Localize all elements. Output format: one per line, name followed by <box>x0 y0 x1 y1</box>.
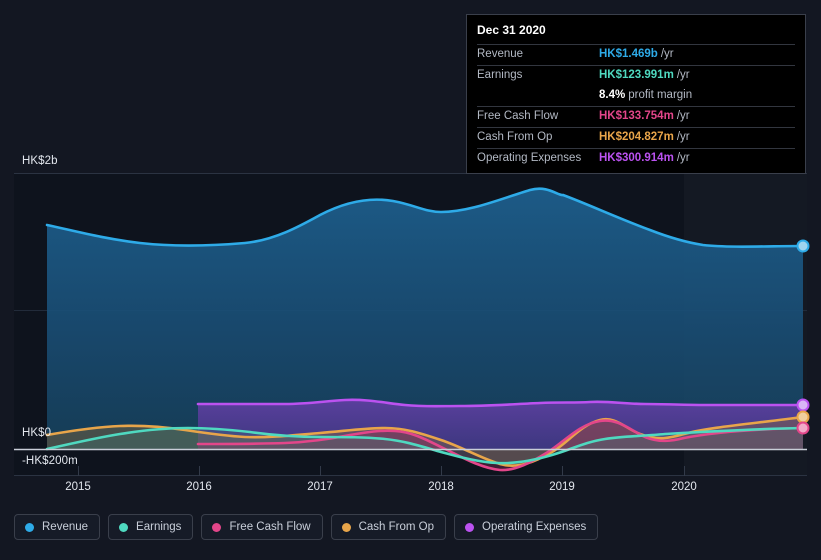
legend-dot-cash-from-op-icon <box>341 522 351 532</box>
tooltip-row-profit-margin: 8.4% profit margin <box>477 86 795 106</box>
x-axis-label-2017: 2017 <box>307 481 333 493</box>
tooltip-row-operating-expenses: Operating Expenses HK$300.914m /yr <box>477 148 795 169</box>
tooltip-value-revenue: HK$1.469b <box>599 47 658 60</box>
endpoint-marker-revenue <box>796 239 810 253</box>
y-axis-label-zero: HK$0 <box>22 427 52 439</box>
legend-item-earnings[interactable]: Earnings <box>108 514 194 540</box>
legend-label-cash-from-op: Cash From Op <box>358 521 435 533</box>
tooltip-row-cash-from-op: Cash From Op HK$204.827m /yr <box>477 127 795 148</box>
legend-dot-operating-expenses-icon <box>465 522 475 532</box>
y-axis-label-negative: -HK$200m <box>22 455 78 467</box>
endpoint-marker-operating-expenses <box>796 398 810 412</box>
tooltip-unit-earnings: /yr <box>676 68 690 81</box>
legend-item-cash-from-op[interactable]: Cash From Op <box>330 514 447 540</box>
legend-dot-free-cash-flow-icon <box>212 522 222 532</box>
y-axis-label-top: HK$2b <box>22 155 58 167</box>
legend-item-free-cash-flow[interactable]: Free Cash Flow <box>201 514 323 540</box>
x-axis-label-2015: 2015 <box>65 481 91 493</box>
x-axis-label-2019: 2019 <box>549 481 575 493</box>
legend-label-free-cash-flow: Free Cash Flow <box>229 521 311 533</box>
tooltip-unit-free-cash-flow: /yr <box>676 109 690 122</box>
legend-dot-earnings-icon <box>119 522 129 532</box>
tooltip-key-free-cash-flow: Free Cash Flow <box>477 109 559 122</box>
tooltip-key-operating-expenses: Operating Expenses <box>477 151 582 164</box>
endpoint-marker-cash-from-op <box>796 410 810 424</box>
x-axis-label-2018: 2018 <box>428 481 454 493</box>
tooltip-unit-operating-expenses: /yr <box>676 151 690 164</box>
tooltip-key-earnings: Earnings <box>477 68 523 81</box>
endpoint-marker-free-cash-flow <box>796 421 810 435</box>
legend-item-revenue[interactable]: Revenue <box>14 514 101 540</box>
tooltip-key-cash-from-op: Cash From Op <box>477 130 553 143</box>
tooltip-value-operating-expenses: HK$300.914m <box>599 151 674 164</box>
legend-label-operating-expenses: Operating Expenses <box>482 521 587 533</box>
tooltip-date: Dec 31 2020 <box>477 23 546 37</box>
tooltip-value-earnings: HK$123.991m <box>599 68 674 81</box>
legend-dot-revenue-icon <box>25 522 34 532</box>
x-axis-label-2020: 2020 <box>671 481 697 493</box>
financial-chart[interactable]: HK$2b HK$0 -HK$200m 2015 2016 2017 2018 … <box>0 0 821 560</box>
tooltip-row-earnings: Earnings HK$123.991m /yr <box>477 65 795 86</box>
tooltip-row-free-cash-flow: Free Cash Flow HK$133.754m /yr <box>477 106 795 127</box>
tooltip-row-revenue: Revenue HK$1.469b /yr <box>477 44 795 65</box>
legend-item-operating-expenses[interactable]: Operating Expenses <box>454 514 599 540</box>
tooltip-value-profit-margin: 8.4% <box>599 88 626 101</box>
tooltip-unit-cash-from-op: /yr <box>676 130 690 143</box>
tooltip-unit-profit-margin: profit margin <box>628 88 693 101</box>
tooltip-value-cash-from-op: HK$204.827m <box>599 130 674 143</box>
tooltip-unit-revenue: /yr <box>660 47 674 60</box>
tooltip-key-revenue: Revenue <box>477 47 524 60</box>
legend-label-earnings: Earnings <box>136 521 182 533</box>
chart-tooltip: Dec 31 2020 Revenue HK$1.469b /yr Earnin… <box>466 14 806 174</box>
tooltip-value-free-cash-flow: HK$133.754m <box>599 109 674 122</box>
x-axis-label-2016: 2016 <box>186 481 212 493</box>
chart-legend: Revenue Earnings Free Cash Flow Cash Fro… <box>14 514 599 540</box>
legend-label-revenue: Revenue <box>42 521 89 533</box>
